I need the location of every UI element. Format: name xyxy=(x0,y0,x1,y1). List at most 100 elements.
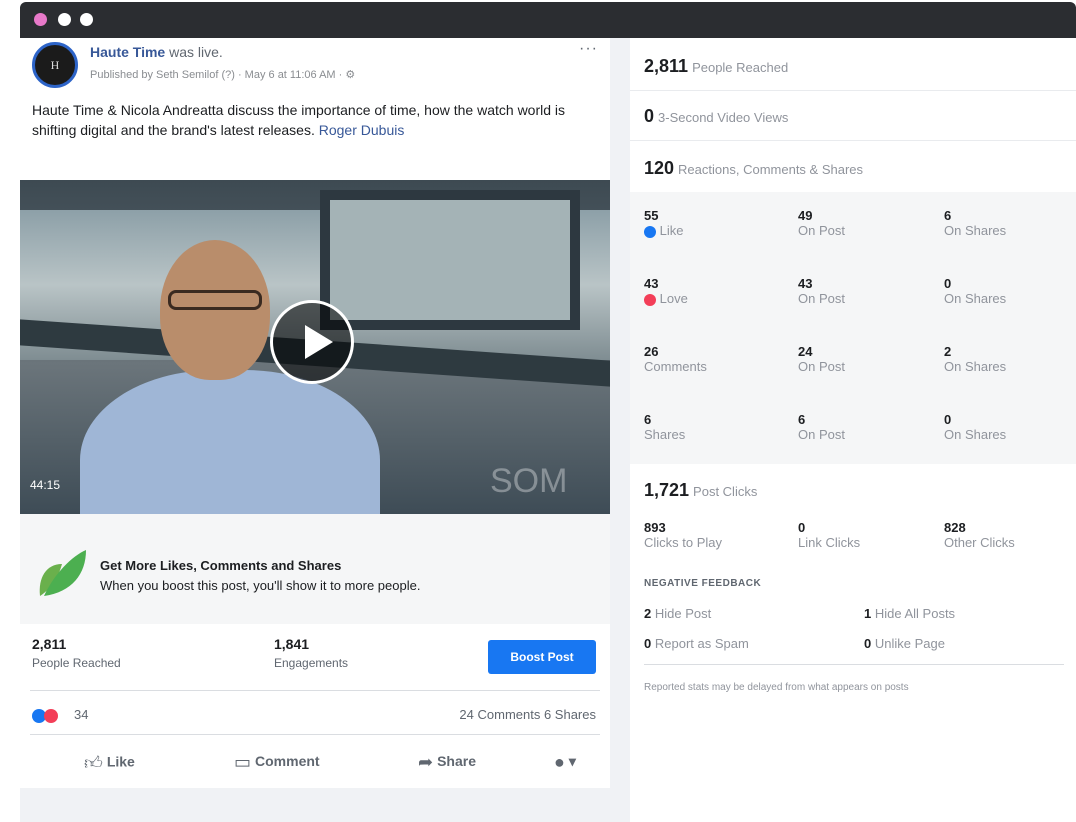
shares-on-shares-label: On Shares xyxy=(944,427,1007,442)
love-on-shares-label: On Shares xyxy=(944,291,1007,306)
page-avatar[interactable]: H xyxy=(32,42,78,88)
share-button[interactable]: ➦ Share xyxy=(418,752,476,773)
negative-hide-all: 1 Hide All Posts xyxy=(864,606,955,621)
negative-report-spam-label: Report as Spam xyxy=(654,636,749,651)
negative-hide-post-value: 2 xyxy=(644,606,652,621)
more-options-icon[interactable]: ··· xyxy=(579,40,598,58)
engagement-stat: 1,841 Engagements xyxy=(274,636,348,670)
love-on-post-value: 43 xyxy=(798,276,813,291)
insights-panel: 2,811 People Reached 0 3-Second Video View… xyxy=(630,38,1076,822)
divider xyxy=(644,664,1064,665)
like-on-post: 49 On Post xyxy=(798,208,845,238)
reaction-icons[interactable] xyxy=(32,707,58,725)
engagement-value: 1,841 xyxy=(274,636,310,652)
post-link[interactable]: Roger Dubuis xyxy=(319,122,405,138)
video-window xyxy=(320,190,580,330)
like-button[interactable]: 👍︎ Like xyxy=(84,752,135,774)
love-total-label: Love xyxy=(644,291,688,306)
negative-unlike-page-value: 0 xyxy=(864,636,872,651)
love-icon xyxy=(644,293,656,306)
comment-button[interactable]: ▭ Comment xyxy=(234,752,320,773)
boost-post-button[interactable]: Boost Post xyxy=(488,640,596,674)
boost-title: Get More Likes, Comments and Shares xyxy=(100,558,342,573)
love-total-value: 43 xyxy=(644,276,659,291)
video-person-head xyxy=(160,240,270,380)
negative-hide-post: 2 Hide Post xyxy=(644,606,711,621)
comments-on-post-label: On Post xyxy=(798,359,845,374)
reach-value: 2,811 xyxy=(32,636,67,652)
shares-on-post-value: 6 xyxy=(798,412,806,427)
shares-on-shares: 0 On Shares xyxy=(944,412,1006,442)
video-watermark: SOM xyxy=(490,462,568,500)
reactions-breakdown: 55 Like 49 On Post 6 On Shares 43 Love 4… xyxy=(630,192,1076,464)
page-name-link[interactable]: Haute Time xyxy=(90,44,165,60)
like-on-shares-value: 6 xyxy=(944,208,952,223)
share-icon: ➦ xyxy=(418,752,434,772)
like-total-value: 55 xyxy=(644,208,659,223)
like-on-post-value: 49 xyxy=(798,208,813,223)
love-total: 43 Love xyxy=(644,276,688,306)
shares-on-post: 6 On Post xyxy=(798,412,845,442)
negative-hide-all-label: Hide All Posts xyxy=(874,606,956,621)
window-titlebar xyxy=(20,2,1076,38)
boost-subtitle: When you boost this post, you'll show it… xyxy=(100,578,421,593)
shares-on-post-label: On Post xyxy=(798,427,845,442)
window-dot-2[interactable] xyxy=(58,13,71,26)
negative-report-spam-value: 0 xyxy=(644,636,652,651)
comments-total: 26 Comments xyxy=(644,344,707,374)
link-clicks-label: Link Clicks xyxy=(798,535,861,550)
comments-on-shares: 2 On Shares xyxy=(944,344,1006,374)
negative-unlike-page-label: Unlike Page xyxy=(874,636,945,651)
insights-clicks-value: 1,721 xyxy=(644,480,690,500)
comments-shares-count[interactable]: 24 Comments 6 Shares xyxy=(459,707,596,722)
insights-reactions-value: 120 xyxy=(644,158,675,178)
post-text: Haute Time & Nicola Andreatta discuss th… xyxy=(32,100,592,140)
insights-reactions-row: 120 Reactions, Comments & Shares xyxy=(630,140,1076,192)
leaf-icon xyxy=(39,550,86,596)
like-total: 55 Like xyxy=(644,208,683,238)
window-dot-3[interactable] xyxy=(80,13,93,26)
like-on-shares: 6 On Shares xyxy=(944,208,1006,238)
reaction-count[interactable]: 34 xyxy=(74,707,88,722)
insights-views-value: 0 xyxy=(644,106,655,126)
chevron-down-icon: ▾ xyxy=(568,753,576,770)
comments-total-value: 26 xyxy=(644,344,659,359)
play-button-icon[interactable] xyxy=(270,300,354,384)
thumbs-up-icon: 👍︎ xyxy=(84,753,103,773)
video-person-glasses xyxy=(168,290,262,310)
like-on-post-label: On Post xyxy=(798,223,845,238)
love-on-post: 43 On Post xyxy=(798,276,845,306)
post-as-selector[interactable]: ● ▾ xyxy=(554,752,576,773)
love-total-text: Love xyxy=(659,291,688,306)
divider xyxy=(30,690,600,691)
shares-total: 6 Shares xyxy=(644,412,685,442)
comments-on-shares-value: 2 xyxy=(944,344,952,359)
boost-promo: Get More Likes, Comments and Shares When… xyxy=(20,514,610,624)
insights-reach-value: 2,811 xyxy=(644,56,689,76)
shares-total-label: Shares xyxy=(644,427,686,442)
link-clicks: 0 Link Clicks xyxy=(798,520,860,550)
account-avatar-icon: ● xyxy=(554,752,565,772)
love-on-shares: 0 On Shares xyxy=(944,276,1006,306)
shares-on-shares-value: 0 xyxy=(944,412,952,427)
clicks-to-play-label: Clicks to Play xyxy=(644,535,723,550)
negative-hide-all-value: 1 xyxy=(864,606,872,621)
negative-hide-post-label: Hide Post xyxy=(654,606,712,621)
insights-reach-label: People Reached xyxy=(692,60,789,75)
clicks-to-play-value: 893 xyxy=(644,520,666,535)
like-on-shares-label: On Shares xyxy=(944,223,1007,238)
like-label: Like xyxy=(106,753,135,770)
reach-stat: 2,811 People Reached xyxy=(32,636,121,670)
divider xyxy=(30,734,600,735)
clicks-to-play: 893 Clicks to Play xyxy=(644,520,722,550)
window-dot-1[interactable] xyxy=(34,13,47,26)
post-body: Haute Time & Nicola Andreatta discuss th… xyxy=(32,102,566,138)
video-person-body xyxy=(80,370,380,514)
post-meta: Published by Seth Semilof (?) · May 6 at… xyxy=(90,69,356,81)
like-total-label: Like xyxy=(644,223,683,238)
app-frame: H Haute Time was live. Published by Seth… xyxy=(20,38,1076,822)
other-clicks: 828 Other Clicks xyxy=(944,520,1015,550)
shares-total-value: 6 xyxy=(644,412,652,427)
video-player[interactable]: 44:15 SOM xyxy=(20,180,610,514)
comments-total-label: Comments xyxy=(644,359,707,374)
